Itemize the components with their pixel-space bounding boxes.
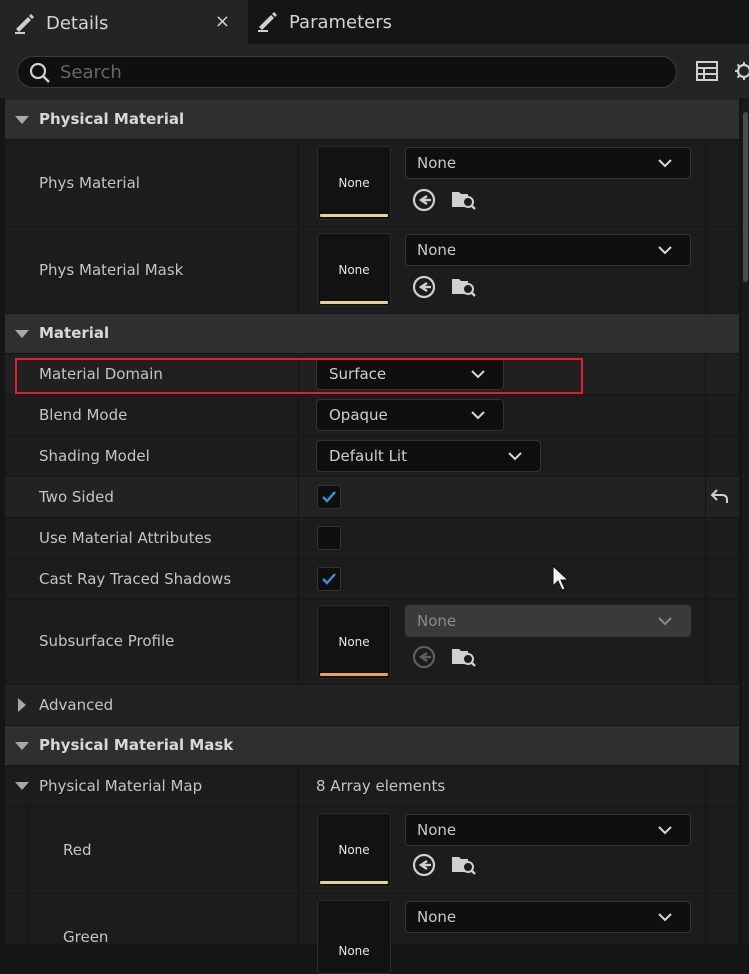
property-red: Red None None: [5, 807, 739, 894]
property-phys-material: Phys Material None None: [5, 140, 739, 227]
property-shading-model: Shading Model Default Lit: [5, 436, 739, 477]
cast-ray-traced-shadows-checkbox[interactable]: [317, 567, 341, 591]
property-phys-material-mask: Phys Material Mask None None: [5, 227, 739, 314]
category-title: Material: [39, 324, 110, 342]
chevron-down-icon: [658, 825, 672, 835]
mouse-cursor-icon: [551, 564, 570, 595]
combo-value: None: [417, 612, 457, 630]
asset-picker-combo[interactable]: None: [405, 234, 691, 266]
tab-bar: Details × Parameters: [0, 0, 749, 44]
property-label: Physical Material Map: [39, 777, 203, 795]
array-count: 8 Array elements: [316, 777, 446, 795]
asset-picker-combo[interactable]: None: [405, 814, 691, 846]
chevron-down-icon: [658, 616, 672, 626]
chevron-down-icon: [471, 410, 485, 420]
use-selected-icon[interactable]: [412, 853, 436, 877]
dropdown-value: Opaque: [329, 406, 388, 424]
asset-thumbnail[interactable]: None: [317, 813, 391, 887]
chevron-down-icon: [658, 158, 672, 168]
expand-arrow-icon[interactable]: [15, 782, 29, 790]
asset-thumbnail[interactable]: None: [317, 900, 391, 974]
browse-folder-icon[interactable]: [450, 187, 476, 211]
property-label: Red: [63, 841, 92, 859]
use-material-attributes-checkbox[interactable]: [317, 526, 341, 550]
category-title: Physical Material: [39, 110, 185, 128]
property-label: Cast Ray Traced Shadows: [39, 570, 232, 588]
chevron-down-icon: [658, 245, 672, 255]
pencil-icon: [256, 10, 280, 36]
pencil-icon: [13, 12, 37, 38]
category-physical-material[interactable]: Physical Material: [5, 100, 739, 140]
property-label: Subsurface Profile: [39, 632, 175, 650]
property-label: Phys Material: [39, 174, 140, 192]
property-physical-material-map: Physical Material Map 8 Array elements: [5, 766, 739, 807]
chevron-down-icon: [508, 451, 522, 461]
close-icon[interactable]: ×: [215, 11, 230, 32]
property-label: Green: [63, 928, 109, 946]
search-input[interactable]: [60, 61, 660, 83]
property-label: Phys Material Mask: [39, 261, 184, 279]
combo-value: None: [417, 821, 457, 839]
highlight-box: [15, 358, 583, 394]
browse-folder-icon[interactable]: [450, 274, 476, 298]
browse-folder-icon[interactable]: [450, 852, 476, 876]
reset-to-default-icon[interactable]: [710, 487, 730, 509]
property-green: Green None None: [5, 894, 739, 974]
asset-picker-combo[interactable]: None: [405, 605, 691, 637]
thumbnail-label: None: [338, 263, 370, 277]
asset-picker-combo[interactable]: None: [405, 147, 691, 179]
two-sided-checkbox[interactable]: [317, 485, 341, 509]
search-icon: [28, 61, 52, 89]
dropdown-value: Default Lit: [329, 447, 407, 465]
category-material[interactable]: Material: [5, 314, 739, 354]
chevron-down-icon: [658, 912, 672, 922]
browse-folder-icon[interactable]: [450, 644, 476, 668]
details-panel: Physical Material Phys Material None Non…: [5, 98, 739, 974]
blend-mode-dropdown[interactable]: Opaque: [316, 399, 504, 431]
property-blend-mode: Blend Mode Opaque: [5, 395, 739, 436]
use-selected-icon[interactable]: [412, 275, 436, 299]
tab-details-label: Details: [46, 12, 109, 34]
table-view-icon[interactable]: [696, 60, 718, 86]
property-cast-ray-traced-shadows: Cast Ray Traced Shadows: [5, 559, 739, 600]
thumbnail-label: None: [338, 635, 370, 649]
advanced-label: Advanced: [39, 696, 114, 714]
property-use-material-attributes: Use Material Attributes: [5, 518, 739, 559]
expand-arrow-icon[interactable]: [15, 330, 29, 338]
asset-thumbnail[interactable]: None: [317, 605, 391, 679]
thumbnail-label: None: [338, 944, 370, 958]
search-row: [0, 44, 749, 98]
property-label: Shading Model: [39, 447, 150, 465]
asset-picker-combo[interactable]: None: [405, 901, 691, 933]
tab-details[interactable]: Details ×: [0, 0, 248, 44]
scrollbar-thumb[interactable]: [743, 112, 748, 282]
property-label: Two Sided: [39, 488, 114, 506]
gear-icon[interactable]: [733, 60, 749, 86]
property-label: Blend Mode: [39, 406, 128, 424]
scrollbar[interactable]: [742, 98, 749, 944]
category-title: Physical Material Mask: [39, 736, 234, 754]
combo-value: None: [417, 154, 457, 172]
property-subsurface-profile: Subsurface Profile None None: [5, 600, 739, 685]
expand-arrow-icon[interactable]: [15, 742, 29, 750]
thumbnail-label: None: [338, 843, 370, 857]
combo-value: None: [417, 908, 457, 926]
search-box[interactable]: [17, 56, 677, 88]
tab-parameters[interactable]: Parameters: [248, 0, 448, 44]
property-two-sided: Two Sided: [5, 477, 739, 518]
thumbnail-label: None: [338, 176, 370, 190]
combo-value: None: [417, 241, 457, 259]
shading-model-dropdown[interactable]: Default Lit: [316, 440, 541, 472]
asset-thumbnail[interactable]: None: [317, 146, 391, 220]
property-label: Use Material Attributes: [39, 529, 212, 547]
tab-parameters-label: Parameters: [289, 11, 393, 33]
asset-thumbnail[interactable]: None: [317, 233, 391, 307]
category-physical-material-mask[interactable]: Physical Material Mask: [5, 726, 739, 766]
expand-arrow-icon[interactable]: [15, 116, 29, 124]
use-selected-icon[interactable]: [412, 188, 436, 212]
collapsed-arrow-icon[interactable]: [18, 698, 26, 712]
advanced-expander[interactable]: Advanced: [5, 685, 739, 726]
use-selected-icon[interactable]: [412, 645, 436, 669]
